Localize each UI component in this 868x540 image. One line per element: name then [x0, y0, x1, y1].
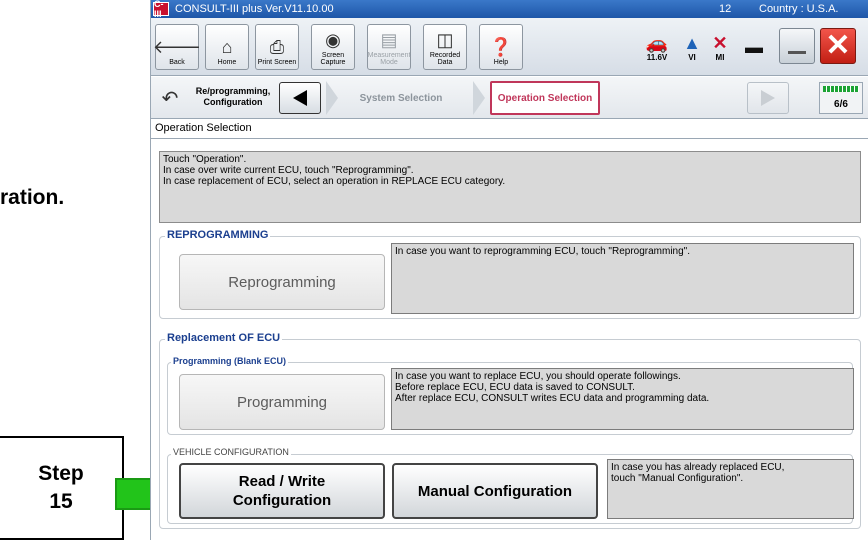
title-bar: C-III CONSULT-III plus Ver.V11.10.00 12 … — [151, 0, 868, 19]
instruction-line: In case over write current ECU, touch "R… — [163, 165, 414, 176]
description-line: In case you want to replace ECU, you sho… — [395, 371, 681, 382]
page: ration. Step 15 C-III CONSULT-III plus V… — [0, 0, 868, 540]
consult-app-window: C-III CONSULT-III plus Ver.V11.10.00 12 … — [150, 0, 868, 540]
country-label: Country : U.S.A. — [759, 3, 839, 15]
measurement-mode-label: Measurement Mode — [367, 52, 411, 66]
mi-status: ✕ MI — [707, 24, 733, 70]
car-icon: 🚗 — [645, 32, 669, 53]
doc-text-fragment: ration. — [0, 186, 65, 209]
mi-label: MI — [715, 52, 725, 62]
back-button[interactable]: 🡐 Back — [152, 24, 202, 70]
read-write-configuration-button[interactable]: Read / Write Configuration — [179, 463, 385, 519]
app-logo-icon: C-III — [153, 0, 169, 19]
printer-icon: ⎙ — [269, 37, 285, 57]
print-screen-label: Print Screen — [257, 59, 297, 66]
back-arrow-icon: 🡐 — [152, 37, 202, 57]
navigation-bar: ↶ Re/programming, Configuration System S… — [151, 77, 868, 119]
description-line: After replace ECU, CONSULT writes ECU da… — [395, 393, 710, 404]
title-code: 12 — [719, 3, 732, 15]
crumb-system-selection[interactable]: System Selection — [341, 81, 461, 115]
home-icon: ⌂ — [221, 37, 233, 57]
vehicle-voltage-status: 🚗 11.6V — [637, 24, 677, 70]
triangle-right-icon — [761, 90, 775, 106]
toolbar: 🡐 Back ⌂ Home ⎙ Print Screen ◉ Screen Ca… — [151, 18, 868, 76]
app-title: CONSULT-III plus Ver.V11.10.00 — [175, 3, 334, 15]
manual-configuration-button[interactable]: Manual Configuration — [392, 463, 598, 519]
instruction-panel: Touch "Operation". In case over write cu… — [159, 151, 861, 223]
battery-status: ▬ — [739, 24, 769, 70]
step-number: 15 — [49, 490, 73, 513]
battery-icon: ▬ — [745, 37, 763, 57]
step-callout-box: Step 15 — [0, 436, 124, 540]
triangle-left-icon — [293, 90, 307, 106]
step-counter: 6/6 — [834, 99, 848, 110]
measurement-icon: ▤ — [380, 30, 398, 50]
crumb-chevron — [473, 81, 485, 115]
programming-button[interactable]: Programming — [179, 374, 385, 430]
configuration-description: In case you has already replaced ECU, to… — [607, 459, 854, 519]
recorded-data-icon: ◫ — [436, 30, 454, 50]
back-label: Back — [169, 59, 185, 66]
screen-capture-label: Screen Capture — [320, 52, 346, 66]
vehicle-config-subgroup-title: VEHICLE CONFIGURATION — [171, 447, 291, 457]
screen-capture-button[interactable]: ◉ Screen Capture — [311, 24, 355, 70]
reprog-config-label: Re/programming, Configuration — [195, 86, 271, 107]
vi-label: VI — [688, 52, 696, 62]
crumb-operation-selection[interactable]: Operation Selection — [490, 81, 600, 115]
reprogramming-button[interactable]: Reprogramming — [179, 254, 385, 310]
step-label: Step — [38, 462, 84, 485]
signal-icon: ▲ — [683, 32, 701, 53]
divider — [151, 138, 868, 139]
reprogramming-icon: ↶ — [161, 87, 179, 110]
help-button[interactable]: ❓ Help — [479, 24, 523, 70]
description-line: touch "Manual Configuration". — [611, 473, 744, 484]
recorded-data-label: Recorded Data — [429, 52, 461, 66]
reprogramming-description: In case you want to reprogramming ECU, t… — [391, 243, 854, 314]
vi-status: ▲ VI — [679, 24, 705, 70]
close-icon: ✕ — [825, 29, 851, 62]
camera-icon: ◉ — [325, 30, 341, 50]
read-write-label-line1: Read / Write — [238, 473, 326, 490]
measurement-mode-button[interactable]: ▤ Measurement Mode — [367, 24, 411, 70]
instruction-line: In case replacement of ECU, select an op… — [163, 176, 506, 187]
help-label: Help — [493, 59, 509, 66]
read-write-label-line2: Configuration — [232, 492, 332, 509]
replacement-ecu-group-title: Replacement OF ECU — [165, 332, 283, 344]
nav-back-button[interactable] — [279, 82, 321, 114]
programming-subgroup-title: Programming (Blank ECU) — [171, 356, 289, 366]
step-progress-indicator: 6/6 — [819, 82, 863, 114]
home-button[interactable]: ⌂ Home — [205, 24, 249, 70]
crumb-chevron — [326, 81, 338, 115]
reprogramming-group-title: REPROGRAMMING — [165, 229, 271, 241]
home-label: Home — [217, 59, 237, 66]
progress-bar — [823, 86, 859, 92]
voltage-value: 11.6V — [646, 52, 668, 62]
mi-cross-icon: ✕ — [712, 32, 728, 53]
help-icon: ❓ — [489, 37, 513, 57]
minimize-button[interactable] — [779, 28, 815, 64]
instruction-line: Touch "Operation". — [163, 154, 247, 165]
section-title: Operation Selection — [155, 122, 252, 134]
nav-forward-button[interactable] — [747, 82, 789, 114]
print-screen-button[interactable]: ⎙ Print Screen — [255, 24, 299, 70]
close-button[interactable]: ✕ — [820, 28, 856, 64]
recorded-data-button[interactable]: ◫ Recorded Data — [423, 24, 467, 70]
description-line: Before replace ECU, ECU data is saved to… — [395, 382, 635, 393]
programming-description: In case you want to replace ECU, you sho… — [391, 368, 854, 430]
description-line: In case you has already replaced ECU, — [611, 462, 785, 473]
